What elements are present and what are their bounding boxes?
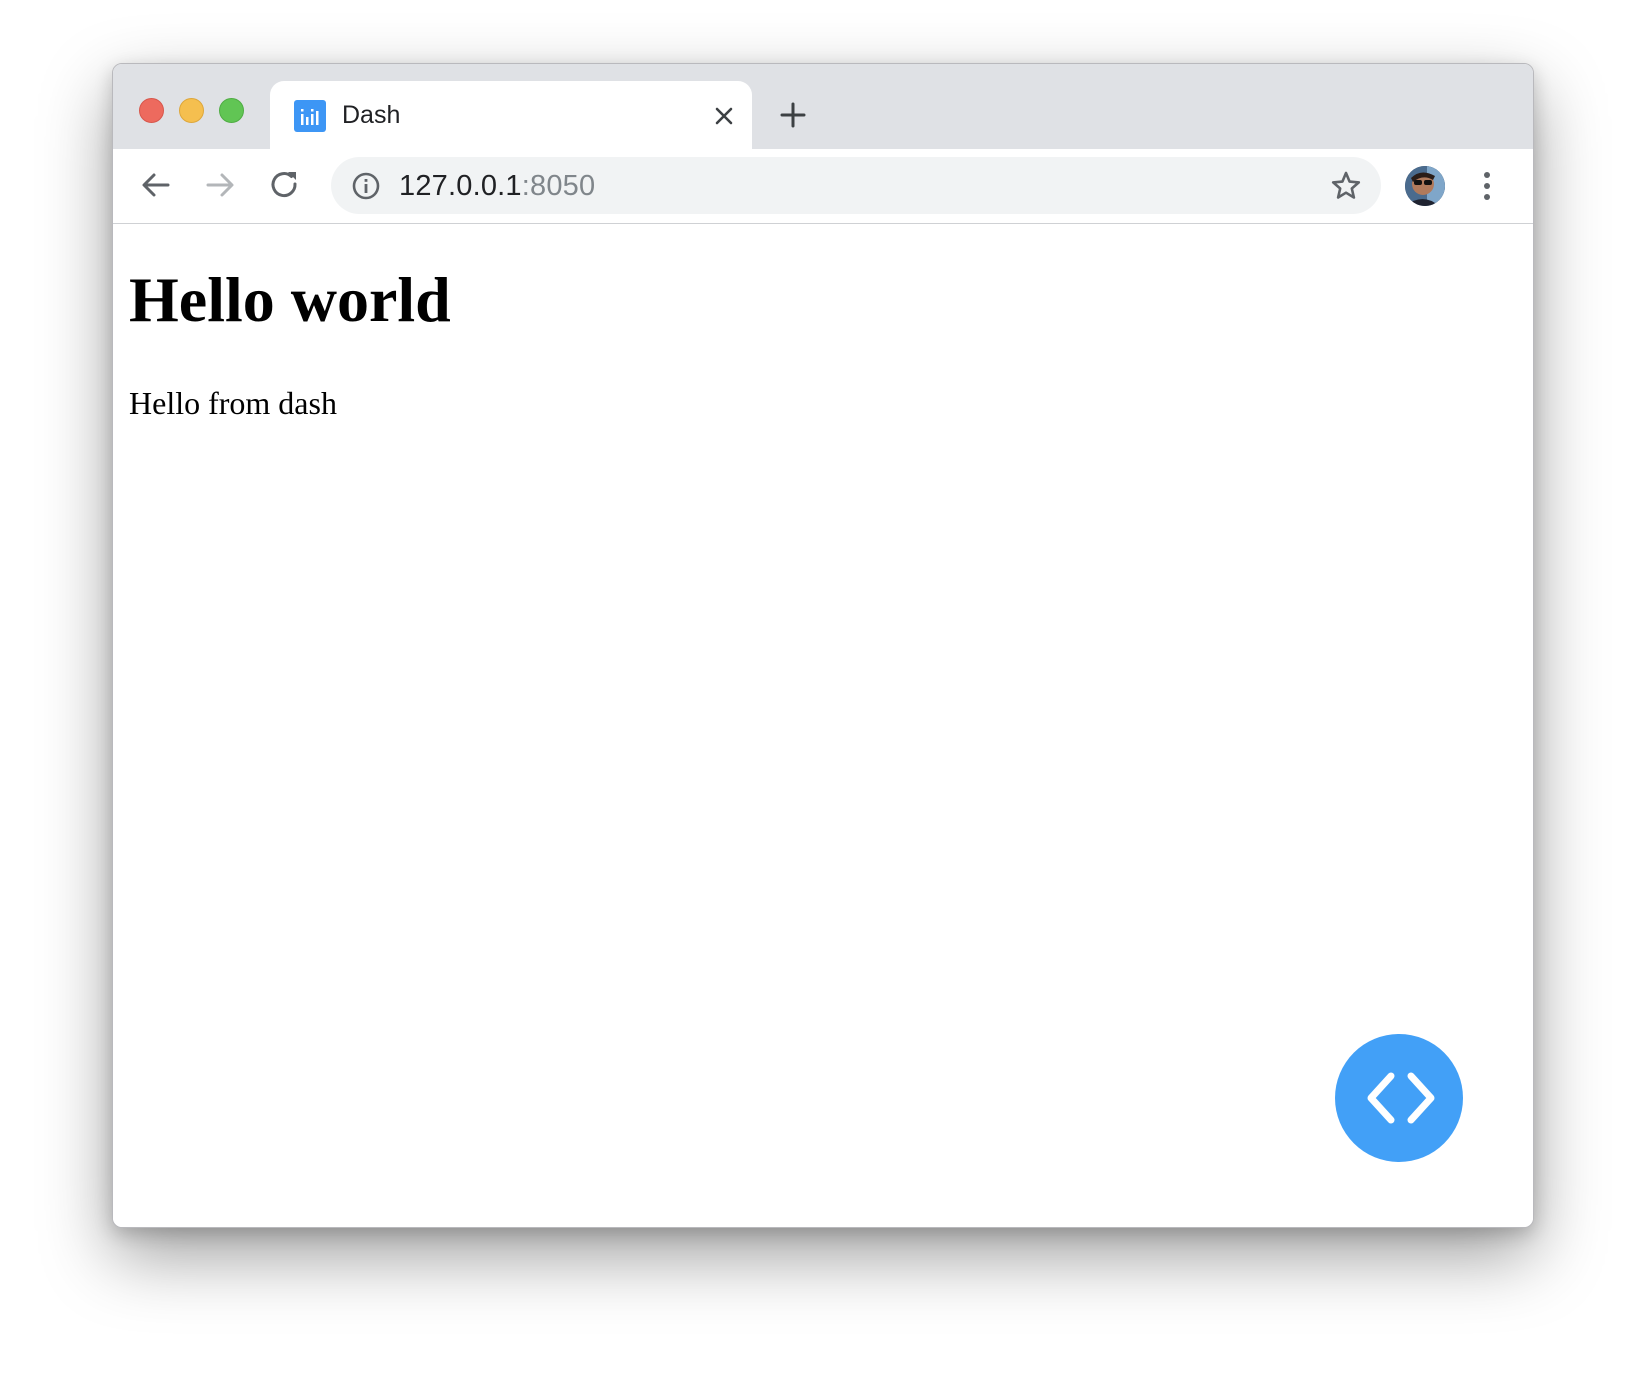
window-close-button[interactable] (139, 98, 164, 123)
url-text: 127.0.0.1:8050 (399, 170, 595, 202)
arrow-left-icon[interactable] (138, 167, 174, 203)
code-brackets-icon (1367, 1072, 1435, 1124)
browser-toolbar: 127.0.0.1:8050 (113, 149, 1533, 224)
url-host: 127.0.0.1 (399, 170, 522, 202)
window-maximize-button[interactable] (219, 98, 244, 123)
reload-icon[interactable] (267, 167, 303, 203)
close-icon[interactable] (710, 102, 738, 130)
tab-dash[interactable]: Dash (270, 81, 752, 149)
arrow-right-icon[interactable] (202, 167, 238, 203)
page-heading: Hello world (129, 264, 451, 335)
browser-window: Dash 127.0.0.1:8050 Hello world Hello fr… (112, 63, 1534, 1228)
kebab-menu-icon[interactable] (1475, 167, 1499, 205)
plus-icon[interactable] (778, 100, 808, 130)
tab-strip: Dash (113, 64, 1533, 149)
star-icon[interactable] (1329, 169, 1363, 203)
address-bar[interactable]: 127.0.0.1:8050 (331, 157, 1381, 214)
info-icon[interactable] (351, 171, 381, 201)
window-minimize-button[interactable] (179, 98, 204, 123)
url-port: :8050 (521, 170, 596, 202)
tab-title: Dash (342, 101, 401, 129)
debug-menu-button[interactable] (1335, 1034, 1463, 1162)
page-content: Hello world Hello from dash (113, 224, 1533, 1227)
page-paragraph: Hello from dash (129, 385, 337, 421)
avatar[interactable] (1405, 166, 1445, 206)
dash-bars-icon (294, 100, 326, 132)
